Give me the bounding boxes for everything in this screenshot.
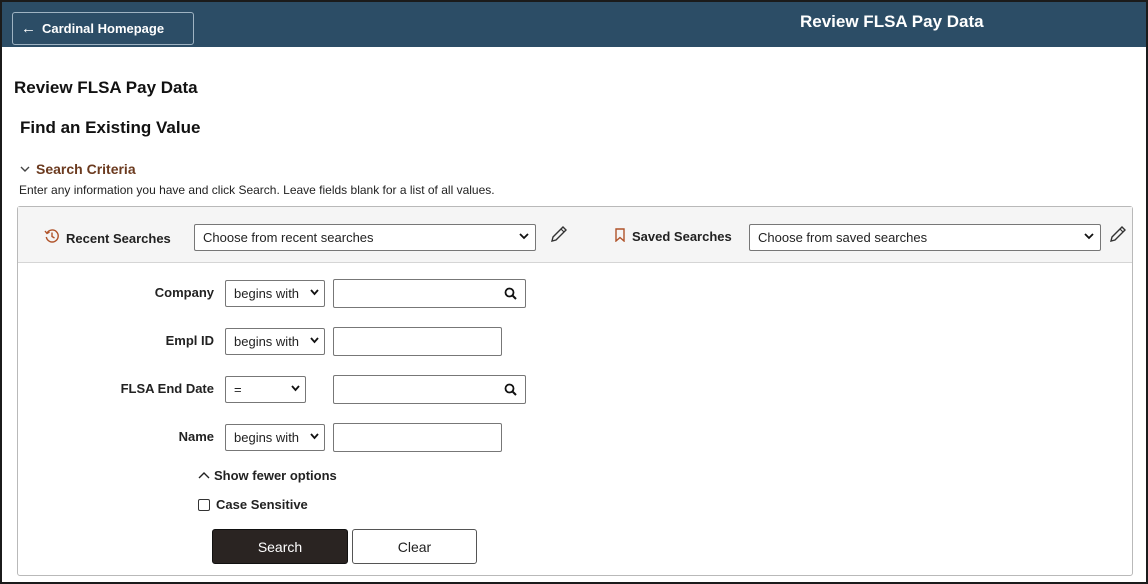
history-icon bbox=[44, 228, 60, 248]
empl-id-input[interactable] bbox=[333, 327, 502, 356]
show-fewer-options-toggle[interactable]: Show fewer options bbox=[198, 468, 337, 483]
saved-searches-dropdown[interactable]: Choose from saved searches bbox=[749, 224, 1101, 251]
empl-id-operator-select[interactable]: begins with bbox=[225, 328, 325, 355]
chevron-down-icon bbox=[291, 382, 300, 397]
search-criteria-label: Search Criteria bbox=[36, 161, 136, 177]
case-sensitive-checkbox[interactable] bbox=[198, 498, 210, 511]
bookmark-icon bbox=[614, 228, 626, 245]
search-icon[interactable] bbox=[504, 383, 517, 401]
flsa-end-date-operator-select[interactable]: = bbox=[225, 376, 306, 403]
chevron-down-icon bbox=[20, 162, 30, 176]
name-input[interactable] bbox=[333, 423, 502, 452]
banner-title: Review FLSA Pay Data bbox=[800, 12, 984, 31]
cardinal-homepage-button[interactable]: ← Cardinal Homepage bbox=[12, 12, 194, 45]
recent-searches-dropdown[interactable]: Choose from recent searches bbox=[194, 224, 536, 251]
pencil-icon[interactable] bbox=[1107, 223, 1129, 251]
page-title: Review FLSA Pay Data bbox=[14, 78, 198, 97]
arrow-left-icon: ← bbox=[21, 20, 36, 37]
search-icon[interactable] bbox=[504, 287, 517, 305]
chevron-up-icon bbox=[198, 468, 210, 483]
chevron-down-icon bbox=[310, 430, 319, 445]
name-label: Name bbox=[178, 429, 214, 444]
flsa-end-date-label: FLSA End Date bbox=[120, 381, 214, 396]
pencil-icon[interactable] bbox=[548, 223, 570, 251]
saved-searches-label: Saved Searches bbox=[614, 228, 732, 245]
search-criteria-toggle[interactable]: Search Criteria bbox=[20, 161, 136, 177]
company-operator-select[interactable]: begins with bbox=[225, 280, 325, 307]
chevron-down-icon bbox=[519, 229, 529, 246]
clear-button[interactable]: Clear bbox=[352, 529, 477, 564]
chevron-down-icon bbox=[1084, 229, 1094, 246]
page-subtitle: Find an Existing Value bbox=[20, 118, 201, 137]
search-instructions: Enter any information you have and click… bbox=[19, 183, 495, 197]
flsa-end-date-input[interactable] bbox=[333, 375, 526, 404]
company-input[interactable] bbox=[333, 279, 526, 308]
recent-searches-label: Recent Searches bbox=[44, 228, 171, 248]
chevron-down-icon bbox=[310, 286, 319, 301]
case-sensitive-option[interactable]: Case Sensitive bbox=[198, 497, 308, 512]
name-operator-select[interactable]: begins with bbox=[225, 424, 325, 451]
top-banner: ← Cardinal Homepage Review FLSA Pay Data bbox=[2, 2, 1146, 47]
chevron-down-icon bbox=[310, 334, 319, 349]
company-label: Company bbox=[154, 285, 214, 300]
saved-recent-bar: Recent Searches Choose from recent searc… bbox=[18, 207, 1132, 263]
home-button-label: Cardinal Homepage bbox=[42, 21, 165, 36]
search-button[interactable]: Search bbox=[212, 529, 348, 564]
empl-id-label: Empl ID bbox=[165, 333, 214, 348]
